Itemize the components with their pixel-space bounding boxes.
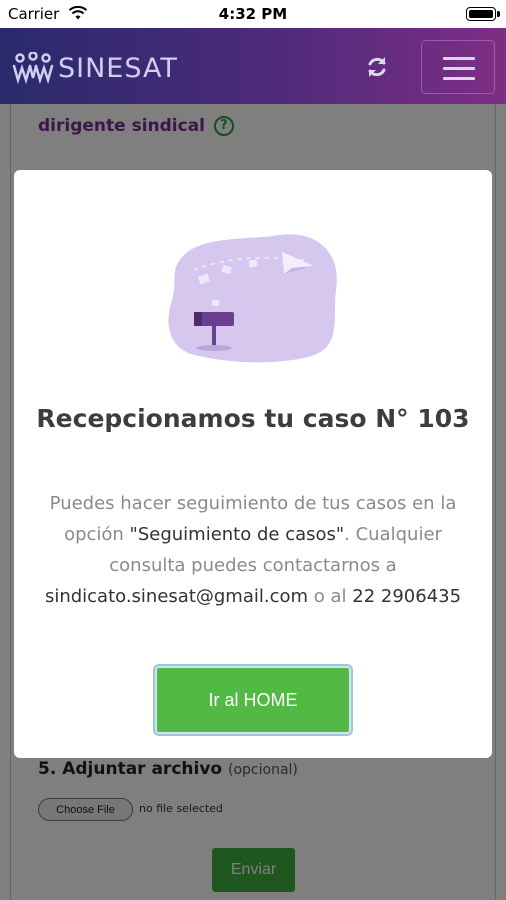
- contact-email[interactable]: sindicato.sinesat@gmail.com: [45, 586, 308, 607]
- hamburger-menu-icon[interactable]: [421, 40, 495, 94]
- refresh-icon[interactable]: [362, 52, 392, 82]
- confirmation-modal: Recepcionamos tu caso N° 103 Puedes hace…: [14, 170, 492, 758]
- modal-message: Puedes hacer seguimiento de tus casos en…: [44, 493, 462, 607]
- go-home-button[interactable]: Ir al HOME: [155, 666, 351, 734]
- people-logo-icon: [12, 52, 54, 84]
- contact-phone[interactable]: 22 2906435: [352, 586, 461, 607]
- app-header: SINESAT: [0, 28, 506, 104]
- status-bar: Carrier 4:32 PM: [0, 0, 506, 28]
- modal-title: Recepcionamos tu caso N° 103: [36, 404, 470, 433]
- tracking-option-text: "Seguimiento de casos": [129, 524, 345, 545]
- clock: 4:32 PM: [218, 5, 288, 23]
- brand-logo[interactable]: SINESAT: [12, 50, 178, 86]
- mailbox-paper-plane-illustration: [168, 234, 337, 363]
- battery-icon: [466, 7, 500, 21]
- brand-name: SINESAT: [58, 52, 178, 84]
